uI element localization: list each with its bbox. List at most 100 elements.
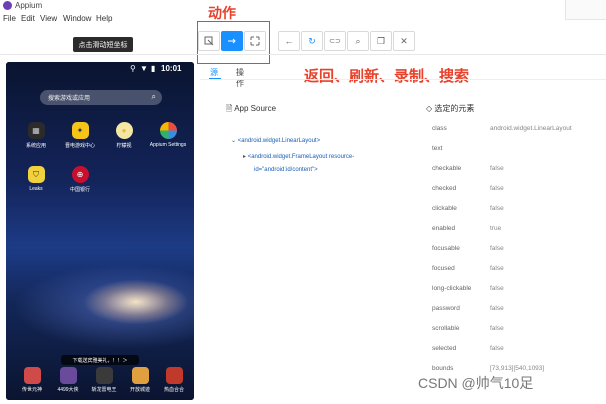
selected-element-header: ◇ 选定的元素 <box>426 103 474 114</box>
app-appium-settings[interactable]: Appium Settings <box>148 122 188 148</box>
app-bank-of-china[interactable]: ⊕ 中国银行 <box>60 166 100 193</box>
dock-app-5[interactable]: 热血合合 <box>154 367 194 393</box>
app-label: 柠檬视 <box>116 143 132 149</box>
collapse-caret-icon: ▸ <box>243 154 247 160</box>
app-label: 中国银行 <box>69 187 90 193</box>
back-arrow-icon: ← <box>284 36 294 46</box>
refresh-icon: ↻ <box>308 35 316 46</box>
app-label: 晋电游戏中心 <box>64 143 95 149</box>
tree-node-label: <android.widget.LinearLayout> <box>237 138 321 144</box>
refresh-button[interactable]: ↻ <box>301 31 323 51</box>
toolbar-divider <box>0 54 606 55</box>
app-icon: ⊕ <box>71 166 89 183</box>
device-screenshot[interactable]: ⚲ ▼ ▮ 10:01 搜索游戏或应用 ⌕ ▦ 系统应用 ✦ 晋电游戏中心 ● … <box>6 62 194 400</box>
attribute-name: checkable <box>432 165 462 172</box>
device-search-icon: ⌕ <box>151 92 156 101</box>
close-icon: ✕ <box>400 35 408 46</box>
tree-node-linearlayout[interactable]: ⌄ <android.widget.LinearLayout> <box>231 137 320 144</box>
menu-view[interactable]: View <box>40 14 57 23</box>
tree-node-label-cont: id="android:id/content"> <box>254 167 318 173</box>
attribute-value: false <box>490 185 504 192</box>
app-label: 4499大侠 <box>57 387 79 393</box>
attribute-name: focused <box>432 265 455 272</box>
window-corner-panel <box>565 0 606 20</box>
app-lemon[interactable]: ● 柠檬视 <box>104 122 144 149</box>
app-label: 斩龙雷电王 <box>91 387 117 393</box>
app-icon <box>165 367 183 384</box>
attribute-value: false <box>490 325 504 332</box>
tree-node-framelayout-cont: id="android:id/content"> <box>254 167 318 173</box>
record-button[interactable]: ⊂⊃ <box>324 31 346 51</box>
app-icon: ✦ <box>71 122 89 139</box>
attribute-name: long-clickable <box>432 285 472 292</box>
app-system-apps[interactable]: ▦ 系统应用 <box>16 122 56 149</box>
tag-icon: ◇ <box>426 104 433 113</box>
tab-source[interactable]: 源 <box>210 67 218 78</box>
app-logo-icon <box>3 1 12 10</box>
menu-window[interactable]: Window <box>63 14 91 23</box>
location-icon: ⚲ <box>130 64 136 73</box>
app-icon <box>59 367 77 384</box>
app-icon <box>95 367 113 384</box>
tab-actions[interactable]: 操作 <box>236 67 244 89</box>
window-title: Appium <box>15 1 43 10</box>
swipe-arrow-icon <box>228 38 236 44</box>
tree-node-framelayout[interactable]: ▸ <android.widget.FrameLayout resource- <box>243 153 354 160</box>
device-search-bar[interactable]: 搜索游戏或应用 ⌕ <box>40 90 162 105</box>
app-icon: ● <box>115 122 133 139</box>
select-element-button[interactable] <box>198 31 220 51</box>
dock-app-3[interactable]: 斩龙雷电王 <box>84 367 124 393</box>
attribute-name: clickable <box>432 205 457 212</box>
dock-app-1[interactable]: 传世元神 <box>12 367 52 393</box>
selected-element-title: 选定的元素 <box>434 104 475 113</box>
app-label: 系统应用 <box>25 143 46 149</box>
app-icon <box>23 367 41 384</box>
menu-help[interactable]: Help <box>96 14 112 23</box>
attribute-value: false <box>490 285 504 292</box>
attribute-value: false <box>490 305 504 312</box>
attribute-name: checked <box>432 185 457 192</box>
app-source-title: App Source <box>234 104 277 113</box>
dock-app-2[interactable]: 4499大侠 <box>48 367 88 393</box>
app-label: Leaks <box>29 186 43 192</box>
quit-session-button[interactable]: ✕ <box>393 31 415 51</box>
watermark: CSDN @帅气10足 <box>418 375 534 391</box>
attribute-name: text <box>432 145 443 152</box>
search-button[interactable]: ⌕ <box>347 31 369 51</box>
attribute-value: false <box>490 165 504 172</box>
copy-xml-icon: ❐ <box>376 35 386 46</box>
annotation-toolbar-desc: 返回、刷新、录制、搜索 <box>304 68 470 85</box>
expand-caret-icon: ⌄ <box>231 138 237 144</box>
menu-edit[interactable]: Edit <box>21 14 35 23</box>
wallpaper <box>6 62 194 400</box>
app-icon <box>131 367 149 384</box>
tap-coordinates-button[interactable] <box>244 31 266 51</box>
app-label: 传世元神 <box>21 387 42 393</box>
select-element-icon <box>204 36 214 46</box>
app-label: 开放城迹 <box>129 387 150 393</box>
attribute-value: false <box>490 205 504 212</box>
menu-file[interactable]: File <box>3 14 16 23</box>
attribute-name: enabled <box>432 225 456 232</box>
copy-xml-button[interactable]: ❐ <box>370 31 392 51</box>
device-search-placeholder: 搜索游戏或应用 <box>48 96 91 102</box>
attribute-name: selected <box>432 345 457 352</box>
app-label: Appium Settings <box>149 142 187 148</box>
attribute-value: false <box>490 345 504 352</box>
swipe-button[interactable] <box>221 31 243 51</box>
source-file-icon: 🗎 <box>226 104 233 113</box>
app-game-center[interactable]: ✦ 晋电游戏中心 <box>60 122 100 149</box>
battery-icon: ▮ <box>151 64 156 73</box>
back-button[interactable]: ← <box>278 31 300 51</box>
promo-banner[interactable]: 下载送宾雅美礼，！！＞ <box>61 355 139 365</box>
tooltip: 点击滑动短坐标 <box>73 37 133 52</box>
attribute-value: false <box>490 245 504 252</box>
app-icon: ▦ <box>27 122 45 139</box>
tap-coordinates-icon <box>250 36 260 46</box>
attribute-value: [73,913][540,1093] <box>490 365 545 372</box>
app-source-header: 🗎 App Source <box>226 103 276 117</box>
app-leaks[interactable]: ⛉ Leaks <box>16 166 56 192</box>
attribute-name: class <box>432 125 447 132</box>
annotation-actions: 动作 <box>208 5 236 21</box>
record-icon: ⊂⊃ <box>329 38 341 45</box>
